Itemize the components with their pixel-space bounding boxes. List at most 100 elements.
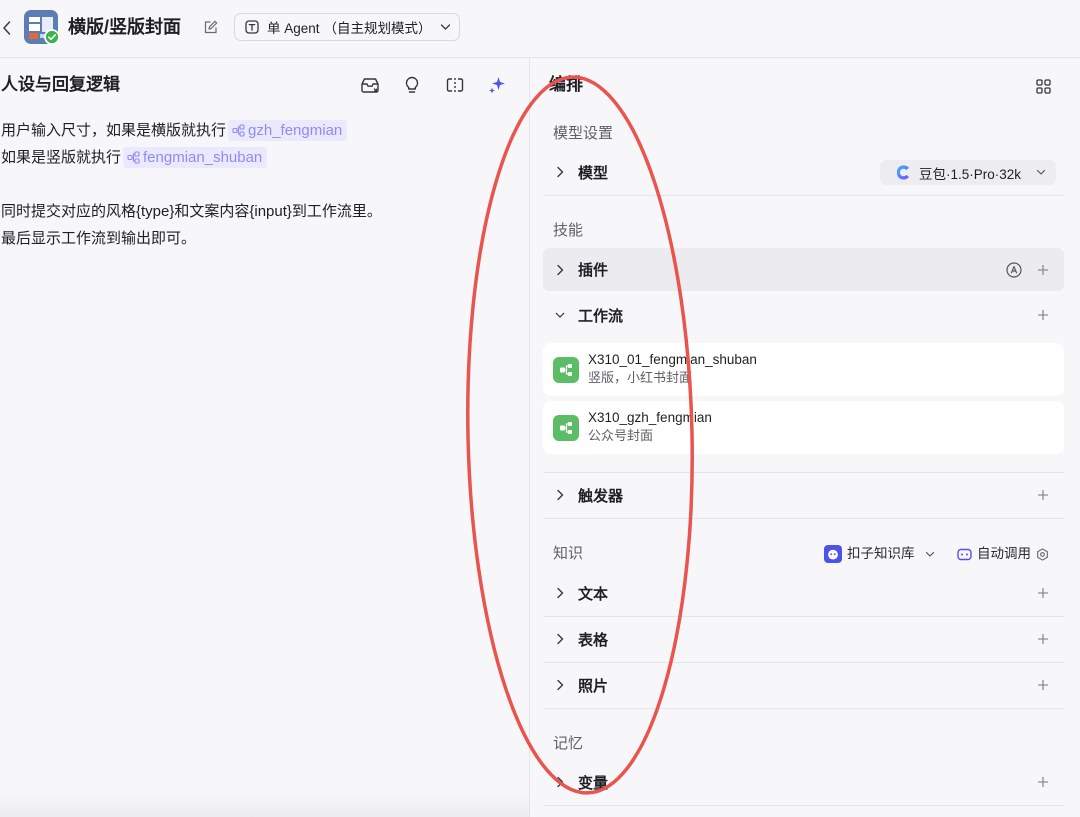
prompt-line-text: 如果是竖版就执行 — [1, 149, 122, 166]
divider — [543, 805, 1064, 806]
chevron-down-icon — [440, 23, 451, 31]
ai-optimize-icon — [488, 76, 506, 94]
prompt-blank-line — [1, 171, 521, 198]
bottom-fade — [0, 793, 529, 817]
add-knowledge-text-button[interactable] — [1037, 587, 1049, 599]
variables-row-label: 变量 — [578, 774, 609, 792]
prompt-line: 用户输入尺寸，如果是横版就执行 gzh_fengmian — [1, 117, 521, 144]
ai-optimize-button[interactable] — [485, 73, 509, 97]
triggers-row[interactable]: 触发器 — [543, 475, 1064, 515]
section-knowledge: 知识 — [553, 545, 584, 562]
section-skills: 技能 — [553, 222, 584, 239]
compare-button[interactable] — [443, 73, 467, 97]
variables-row[interactable]: 变量 — [543, 762, 1064, 802]
model-selector[interactable]: 豆包·1.5·Pro·32k — [880, 160, 1056, 185]
edit-button[interactable] — [202, 18, 220, 36]
workflow-reference-name: fengmian_shuban — [143, 149, 263, 166]
model-name: 豆包·1.5·Pro·32k — [919, 166, 1022, 182]
chevron-right-icon — [555, 264, 565, 276]
add-knowledge-photo-button[interactable] — [1037, 679, 1049, 691]
chevron-left-icon — [2, 20, 12, 36]
tips-button[interactable] — [400, 73, 424, 97]
agent-mode-icon — [245, 20, 259, 34]
add-knowledge-table-button[interactable] — [1037, 633, 1049, 645]
add-variable-button[interactable] — [1037, 776, 1049, 788]
auto-plugin-button[interactable] — [1004, 260, 1023, 279]
workflows-row[interactable]: 工作流 — [543, 295, 1064, 335]
divider — [543, 472, 1064, 473]
add-trigger-button[interactable] — [1037, 489, 1049, 501]
knowledge-photo-row[interactable]: 照片 — [543, 665, 1064, 705]
workflow-card[interactable]: X310_01_fengmian_shuban 竖版，小红书封面 — [543, 343, 1064, 396]
workflow-reference-chip[interactable]: gzh_fengmian — [228, 120, 348, 141]
chevron-right-icon — [555, 587, 565, 599]
add-workflow-button[interactable] — [1037, 309, 1049, 321]
workflow-reference-chip[interactable]: fengmian_shuban — [123, 147, 268, 168]
layout-toggle-button[interactable] — [1033, 76, 1053, 96]
agent-mode-label: 单 Agent — [267, 21, 320, 36]
chevron-right-icon — [555, 679, 565, 691]
auto-call-icon — [957, 548, 972, 561]
workflow-description: 竖版，小红书封面 — [588, 370, 693, 385]
chevron-right-icon — [555, 633, 565, 645]
chevron-right-icon — [555, 489, 565, 501]
chevron-down-icon — [925, 551, 935, 558]
lightbulb-icon — [404, 76, 420, 94]
workflow-name: X310_01_fengmian_shuban — [588, 352, 757, 367]
divider — [543, 708, 1064, 709]
doubao-icon — [895, 164, 912, 181]
prompt-line-text: 同时提交对应的风格{type}和文案内容{input}到工作流里。 — [1, 203, 382, 220]
prompt-library-button[interactable] — [358, 73, 382, 97]
knowledge-source-dropdown[interactable]: 扣子知识库 — [824, 543, 938, 565]
compare-icon — [446, 77, 464, 93]
workflow-card[interactable]: X310_gzh_fengmian 公众号封面 — [543, 401, 1064, 454]
knowledge-text-label: 文本 — [578, 585, 609, 603]
top-bar: 横版/竖版封面 单 Agent （自主规划模式） — [0, 0, 1080, 58]
workflow-icon — [127, 151, 140, 164]
triggers-row-label: 触发器 — [578, 487, 624, 505]
prompt-line-text: 最后显示工作流到输出即可。 — [1, 230, 197, 247]
divider — [543, 662, 1064, 663]
chevron-down-icon — [555, 309, 565, 321]
chevron-right-icon — [555, 776, 565, 788]
prompt-line-text: 用户输入尺寸，如果是横版就执行 — [1, 122, 227, 139]
add-plugin-button[interactable] — [1037, 264, 1049, 276]
panel-divider — [529, 58, 530, 817]
divider — [543, 616, 1064, 617]
knowledge-text-row[interactable]: 文本 — [543, 573, 1064, 613]
prompt-line: 同时提交对应的风格{type}和文案内容{input}到工作流里。 — [1, 198, 521, 225]
agent-mode-detail: （自主规划模式） — [323, 21, 432, 36]
auto-call-label: 自动调用 — [977, 546, 1031, 561]
edit-icon — [204, 20, 218, 34]
persona-prompt-editor[interactable]: 用户输入尺寸，如果是横版就执行 gzh_fengmian 如果是竖版就执行 fe… — [1, 117, 521, 252]
plugins-row-label: 插件 — [578, 262, 609, 279]
section-model-settings: 模型设置 — [553, 125, 614, 142]
prompt-library-icon — [360, 76, 380, 94]
workflow-icon — [553, 357, 579, 383]
bot-title: 横版/竖版封面 — [68, 17, 182, 37]
knowledge-table-label: 表格 — [578, 631, 609, 649]
workflow-icon — [553, 415, 579, 441]
divider — [543, 518, 1064, 519]
workflow-description: 公众号封面 — [588, 428, 654, 443]
chevron-down-icon — [1036, 169, 1046, 176]
check-badge-icon — [44, 29, 60, 45]
prompt-line: 如果是竖版就执行 fengmian_shuban — [1, 144, 521, 171]
workflows-row-label: 工作流 — [578, 307, 624, 325]
knowledge-photo-label: 照片 — [578, 677, 609, 695]
knowledge-settings-button[interactable] — [1034, 546, 1050, 562]
divider — [543, 195, 1064, 196]
grid-icon — [1035, 78, 1051, 94]
auto-plugin-icon — [1005, 261, 1022, 278]
workflow-reference-name: gzh_fengmian — [248, 122, 343, 139]
knowledge-table-row[interactable]: 表格 — [543, 619, 1064, 659]
agent-mode-selector[interactable]: 单 Agent （自主规划模式） — [234, 13, 460, 41]
auto-call-setting[interactable]: 自动调用 — [956, 543, 1034, 565]
chevron-right-icon — [555, 166, 565, 178]
workflow-icon — [232, 124, 245, 137]
workflow-name: X310_gzh_fengmian — [588, 410, 712, 425]
knowledge-source-label: 扣子知识库 — [847, 546, 915, 561]
knowledge-source-icon — [824, 545, 842, 563]
plugins-row[interactable]: 插件 — [543, 248, 1064, 291]
back-button[interactable] — [0, 17, 14, 39]
